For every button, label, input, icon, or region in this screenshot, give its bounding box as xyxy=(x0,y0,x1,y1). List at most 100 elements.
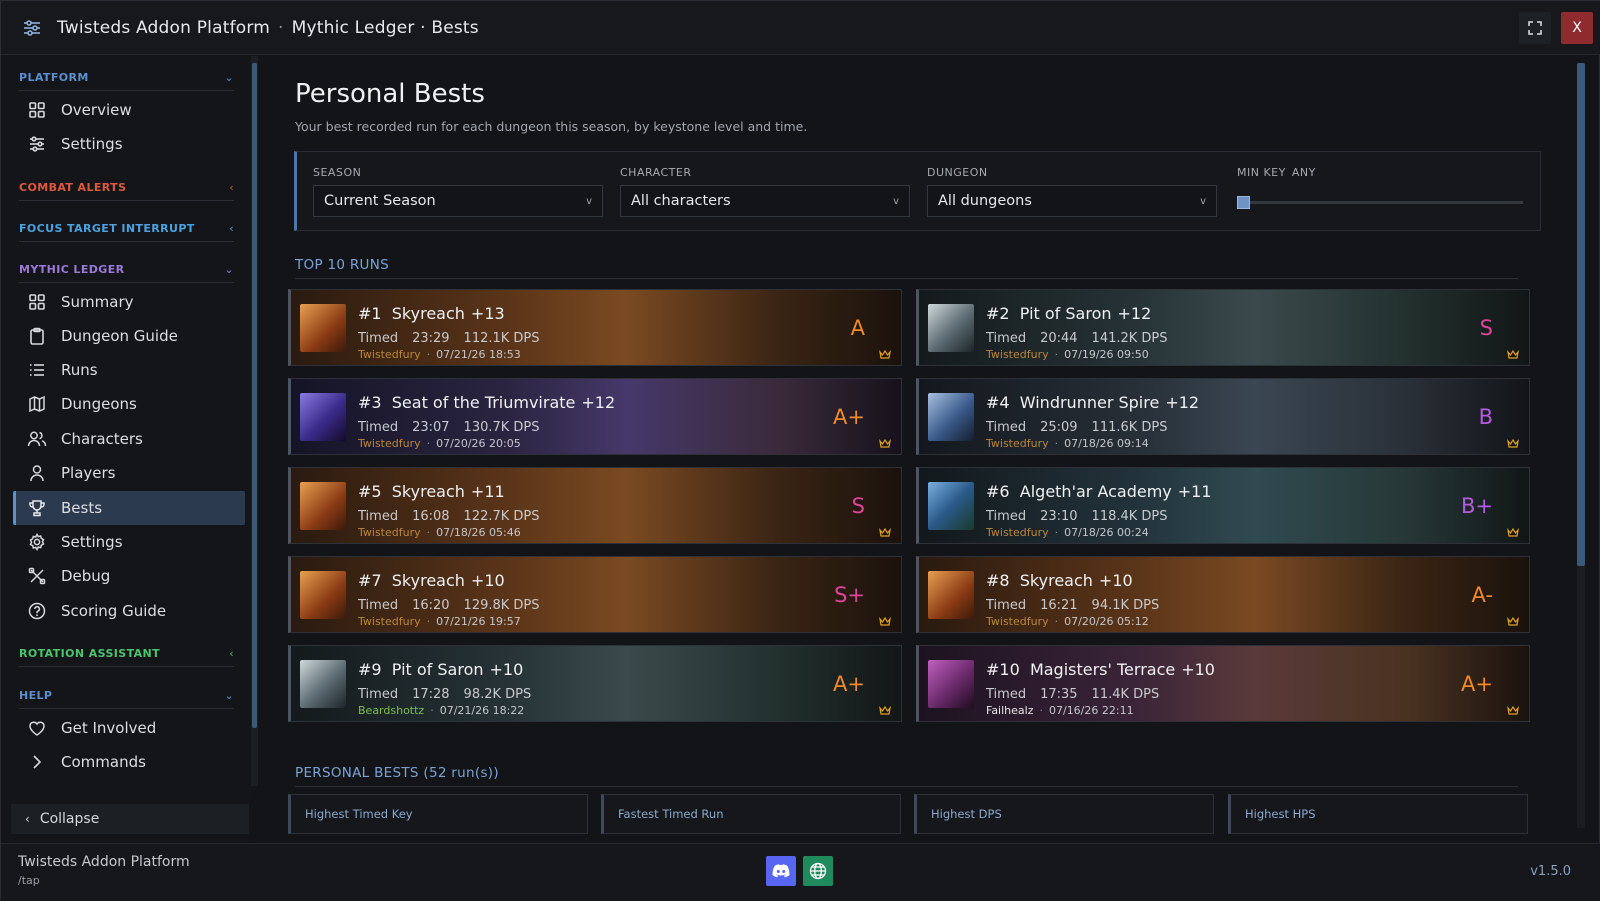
sidebar-item-scoring-guide[interactable]: Scoring Guide xyxy=(13,594,245,628)
divider xyxy=(295,278,1518,279)
crown-icon xyxy=(879,350,891,359)
run-date: 07/21/26 19:57 xyxy=(436,615,521,628)
list-icon xyxy=(27,360,47,380)
sidebar-item-debug[interactable]: Debug xyxy=(13,559,245,593)
sidebar-item-dungeons[interactable]: Dungeons xyxy=(13,387,245,421)
run-date: 07/19/26 09:50 xyxy=(1064,348,1149,361)
dungeon-thumbnail xyxy=(928,571,974,619)
sidebar-item-platform-settings[interactable]: Settings xyxy=(13,127,245,161)
close-button[interactable]: X xyxy=(1561,12,1593,44)
section-help[interactable]: HELP ⌄ xyxy=(19,684,234,709)
filter-label: DUNGEON xyxy=(927,166,988,179)
sidebar-scrollbar[interactable] xyxy=(251,56,258,786)
crown-icon xyxy=(879,528,891,537)
footer-app-name: Twisteds Addon Platform xyxy=(18,854,190,870)
filter-label: CHARACTER xyxy=(620,166,692,179)
run-time: 16:08 xyxy=(412,509,450,524)
chevron-left-icon: ‹ xyxy=(229,180,234,194)
sidebar-item-dungeon-guide[interactable]: Dungeon Guide xyxy=(13,319,245,353)
run-meta: Twistedfury · 07/20/26 20:05 xyxy=(358,437,521,450)
run-rank: #7 xyxy=(358,571,382,590)
stat-card-fastest-timed-run: Fastest Timed Run xyxy=(601,794,901,834)
sidebar-item-label: Bests xyxy=(61,499,103,517)
dungeon-select[interactable]: All dungeons v xyxy=(927,185,1217,217)
stat-label: Fastest Timed Run xyxy=(618,807,724,821)
main-scrollbar[interactable] xyxy=(1577,63,1585,828)
character-filter: CHARACTER All characters v xyxy=(620,166,910,217)
meta-separator: · xyxy=(426,437,431,450)
min-key-slider-handle[interactable] xyxy=(1237,196,1250,209)
sidebar-item-bests[interactable]: Bests xyxy=(13,491,245,525)
run-time: 16:20 xyxy=(412,598,450,613)
top-run-card[interactable]: #8 Skyreach +10 Timed 16:21 94.1K DPS Twisted… xyxy=(916,556,1530,633)
sidebar-item-get-involved[interactable]: Get Involved xyxy=(13,711,245,745)
maximize-icon xyxy=(1528,21,1542,35)
top-run-card[interactable]: #9 Pit of Saron +10 Timed 17:28 98.2K DPS Bea… xyxy=(288,645,902,722)
run-status: Timed xyxy=(358,687,399,702)
section-mythic-ledger[interactable]: MYTHIC LEDGER ⌄ xyxy=(19,258,234,283)
run-player: Beardshottz xyxy=(358,704,425,717)
character-select[interactable]: All characters v xyxy=(620,185,910,217)
section-platform[interactable]: PLATFORM ⌄ xyxy=(19,66,234,91)
top-run-card[interactable]: #4 Windrunner Spire +12 Timed 25:09 111.6K D… xyxy=(916,378,1530,455)
sidebar-item-characters[interactable]: Characters xyxy=(13,422,245,456)
meta-separator: · xyxy=(1039,704,1043,717)
run-player: Twistedfury xyxy=(358,437,421,450)
section-focus-target-interrupt[interactable]: FOCUS TARGET INTERRUPT ‹ xyxy=(19,217,234,242)
run-stats: Timed 23:10 118.4K DPS xyxy=(986,509,1168,524)
section-label: MYTHIC LEDGER xyxy=(19,262,125,276)
dungeon-thumbnail xyxy=(300,571,346,619)
section-combat-alerts[interactable]: COMBAT ALERTS ‹ xyxy=(19,176,234,201)
run-heading: #1 Skyreach +13 xyxy=(358,304,505,323)
top-run-card[interactable]: #1 Skyreach +13 Timed 23:29 112.1K DPS Twiste… xyxy=(288,289,902,366)
run-grade: S xyxy=(851,494,865,518)
run-dps: 111.6K DPS xyxy=(1091,420,1168,435)
run-dungeon: Algeth'ar Academy xyxy=(1019,482,1172,501)
sidebar-item-summary[interactable]: Summary xyxy=(13,285,245,319)
section-rotation-assistant[interactable]: ROTATION ASSISTANT ‹ xyxy=(19,642,234,667)
min-key-value: ANY xyxy=(1291,166,1316,179)
maximize-button[interactable] xyxy=(1519,12,1551,44)
top-run-card[interactable]: #6 Algeth'ar Academy +11 Timed 23:10 118.4K … xyxy=(916,467,1530,544)
run-meta: Twistedfury · 07/18/26 00:24 xyxy=(986,526,1149,539)
sidebar-item-commands[interactable]: Commands xyxy=(13,745,245,779)
stat-label: Highest Timed Key xyxy=(305,807,413,821)
top-run-card[interactable]: #10 Magisters' Terrace +10 Timed 17:35 11.4K… xyxy=(916,645,1530,722)
discord-button[interactable] xyxy=(766,856,796,886)
run-heading: #6 Algeth'ar Academy +11 xyxy=(986,482,1212,501)
dungeon-thumbnail xyxy=(928,660,974,708)
sidebar-item-runs[interactable]: Runs xyxy=(13,353,245,387)
version-label: v1.5.0 xyxy=(1530,864,1571,879)
scrollbar-thumb[interactable] xyxy=(252,63,257,728)
sidebar-item-overview[interactable]: Overview xyxy=(13,93,245,127)
dungeon-filter: DUNGEON All dungeons v xyxy=(927,166,1217,217)
run-meta: Twistedfury · 07/21/26 19:57 xyxy=(358,615,521,628)
collapse-button[interactable]: ‹ Collapse xyxy=(11,804,249,834)
season-select[interactable]: Current Season v xyxy=(313,185,603,217)
sidebar-item-label: Debug xyxy=(61,567,111,585)
scrollbar-thumb[interactable] xyxy=(1577,63,1585,566)
run-dps: 94.1K DPS xyxy=(1091,598,1160,613)
min-key-slider-track[interactable] xyxy=(1243,201,1523,204)
website-button[interactable] xyxy=(803,856,833,886)
run-heading: #7 Skyreach +10 xyxy=(358,571,505,590)
run-grade: A- xyxy=(1471,583,1493,607)
min-key-filter: MIN KEY ANY xyxy=(1237,166,1527,209)
page-subtitle: Your best recorded run for each dungeon … xyxy=(295,119,808,134)
run-status: Timed xyxy=(358,331,399,346)
sidebar-item-players[interactable]: Players xyxy=(13,456,245,490)
sidebar-item-ledger-settings[interactable]: Settings xyxy=(13,525,245,559)
run-heading: #9 Pit of Saron +10 xyxy=(358,660,523,679)
top-run-card[interactable]: #7 Skyreach +10 Timed 16:20 129.8K DPS Twiste… xyxy=(288,556,902,633)
run-date: 07/18/26 05:46 xyxy=(436,526,521,539)
top-run-card[interactable]: #3 Seat of the Triumvirate +12 Timed 23:07 1… xyxy=(288,378,902,455)
chevron-down-icon: v xyxy=(893,195,899,207)
run-heading: #2 Pit of Saron +12 xyxy=(986,304,1151,323)
footer: Twisteds Addon Platform /tap v1.5.0 xyxy=(1,843,1600,901)
top-run-card[interactable]: #2 Pit of Saron +12 Timed 20:44 141.2K DPS Tw… xyxy=(916,289,1530,366)
top-run-card[interactable]: #5 Skyreach +11 Timed 16:08 122.7K DPS Twiste… xyxy=(288,467,902,544)
run-key-level: +12 xyxy=(1165,393,1200,412)
crown-icon xyxy=(1507,617,1519,626)
run-grade: S+ xyxy=(834,583,865,607)
meta-separator: · xyxy=(1054,437,1059,450)
